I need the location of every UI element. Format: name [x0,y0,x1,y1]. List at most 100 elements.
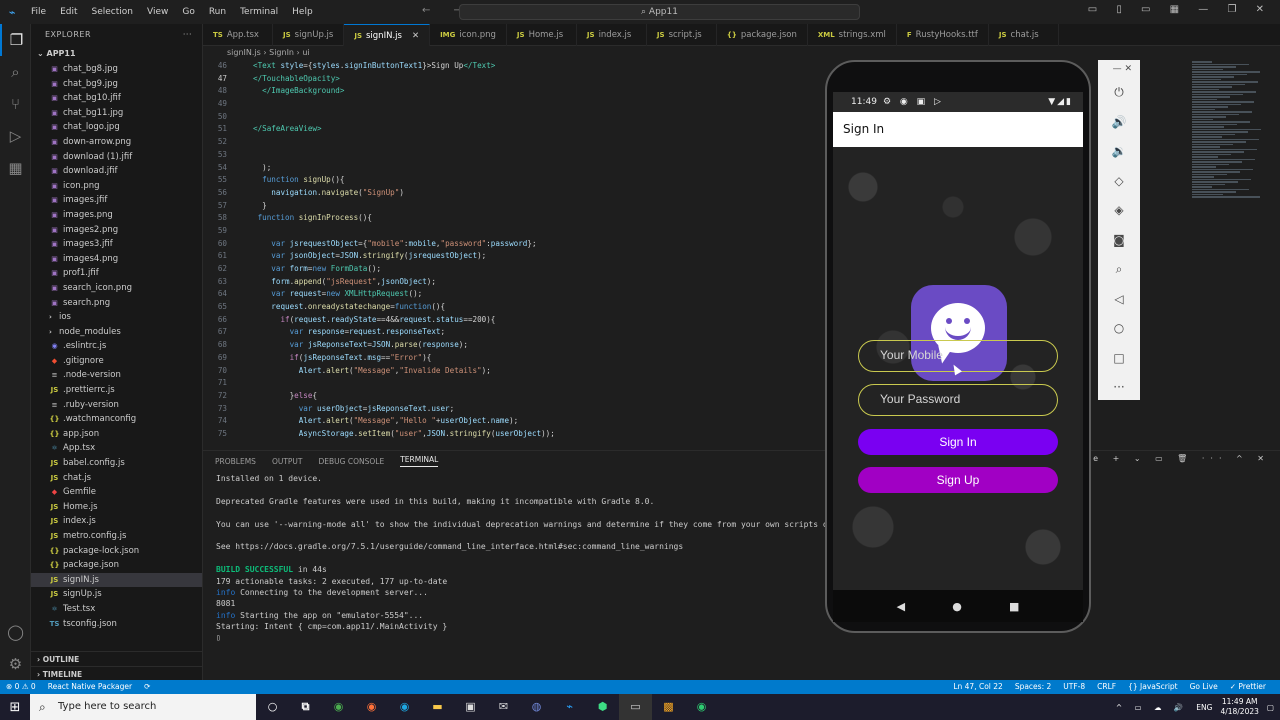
panel-tab-problems[interactable]: PROBLEMS [215,457,256,466]
status-right-item[interactable]: Ln 47, Col 22 [953,680,1002,694]
file-item[interactable]: ⚛ App.tsx [31,441,202,456]
code-line[interactable]: 75 AsyncStorage.setItem("user",JSON.stri… [203,428,823,441]
vscode-taskbar-icon[interactable]: ⌁ [553,694,586,720]
code-line[interactable]: 55 function signUp(){ [203,174,823,187]
clock[interactable]: 11:49 AM 4/18/2023 [1220,697,1258,717]
tab-signin-js[interactable]: JS signIN.js ✕ [344,24,431,46]
code-line[interactable]: 57 } [203,200,823,213]
code-line[interactable]: 69 if(jsReponseText.msg=="Error"){ [203,352,823,365]
file-item[interactable]: ▣ icon.png [31,179,202,194]
file-item[interactable]: JS Home.js [31,500,202,515]
tab-package-json[interactable]: {} package.json [717,24,808,46]
menu-item-go[interactable]: Go [182,7,194,17]
code-line[interactable]: 59 [203,225,823,238]
code-line[interactable]: 51 </SafeAreaView> [203,123,823,136]
code-line[interactable]: 53 [203,149,823,162]
code-line[interactable]: 61 var jsonObject=JSON.stringify(jsreque… [203,250,823,263]
tab-home-js[interactable]: JS Home.js [507,24,577,46]
status-right-item[interactable]: Spaces: 2 [1015,680,1051,694]
file-item[interactable]: ≡ .node-version [31,368,202,383]
extensions-icon[interactable]: ▦ [0,152,31,184]
code-line[interactable]: 65 request.onreadystatechange=function()… [203,301,823,314]
menu-item-file[interactable]: File [31,7,46,17]
chrome-icon[interactable]: ◉ [322,694,355,720]
status-left-item[interactable]: ⊗ 0 ⚠ 0 [6,680,36,694]
command-center[interactable]: ⌕ App11 [459,4,860,20]
zoom-icon[interactable]: ⌕ [1098,255,1140,285]
home-nav-icon[interactable]: ○ [1098,314,1140,344]
file-item[interactable]: {} package.json [31,558,202,573]
file-item[interactable]: ▣ prof1.jfif [31,266,202,281]
sign-up-button[interactable]: Sign Up [858,467,1058,493]
file-item[interactable]: ▣ download (1).jfif [31,150,202,165]
tab-script-js[interactable]: JS script.js [647,24,717,46]
breadcrumb-sub[interactable]: ui [302,48,309,57]
android-studio-icon[interactable]: ⬢ [586,694,619,720]
code-editor[interactable]: 46 <Text style={styles.signInButtonText1}… [203,60,823,446]
outline-section[interactable]: › OUTLINE [31,651,202,666]
code-line[interactable]: 54 ); [203,162,823,175]
code-line[interactable]: 70 Alert.alert("Message","Invalide Detai… [203,365,823,378]
file-item[interactable]: {} .watchmanconfig [31,412,202,427]
file-item[interactable]: ▣ images4.png [31,252,202,267]
file-item[interactable]: ▣ search.png [31,296,202,311]
file-item[interactable]: ▣ down-arrow.png [31,135,202,150]
volume-up-icon[interactable]: 🔊 [1098,108,1140,138]
hs-app-icon[interactable]: ◉ [685,694,718,720]
tab-rustyhooks-ttf[interactable]: F RustyHooks.ttf [897,24,989,46]
code-line[interactable]: 71 [203,377,823,390]
menu-item-view[interactable]: View [147,7,168,17]
file-item[interactable]: TS tsconfig.json [31,617,202,632]
menu-item-help[interactable]: Help [292,7,313,17]
file-item[interactable]: ▣ search_icon.png [31,281,202,296]
sign-in-button[interactable]: Sign In [858,429,1058,455]
power-icon[interactable]: ⏻ [1098,78,1140,108]
project-folder[interactable]: ⌄ APP11 [31,46,202,62]
account-icon[interactable]: ◯ [0,616,31,648]
back-nav-icon[interactable]: ◁ [1098,285,1140,315]
edge-icon[interactable]: ◉ [388,694,421,720]
close-tab-icon[interactable]: ✕ [412,31,419,41]
code-line[interactable]: 60 var jsrequestObject={"mobile":mobile,… [203,238,823,251]
code-line[interactable]: 68 var jsReponseText=JSON.parse(response… [203,339,823,352]
status-right-item[interactable]: Go Live [1190,680,1218,694]
timeline-section[interactable]: › TIMELINE [31,666,202,681]
rotate-right-icon[interactable]: ◈ [1098,196,1140,226]
code-line[interactable]: 74 Alert.alert("Message","Hello "+userOb… [203,415,823,428]
menu-item-terminal[interactable]: Terminal [240,7,278,17]
menu-item-run[interactable]: Run [209,7,226,17]
code-line[interactable]: 47 </TouchableOpacity> [203,73,823,86]
windows-start-icon[interactable]: ⊞ [0,700,30,715]
file-item[interactable]: ▣ chat_bg9.jpg [31,77,202,92]
breadcrumb-file[interactable]: signIN.js [227,48,261,57]
file-item[interactable]: ▣ images3.jfif [31,237,202,252]
back-icon[interactable]: ◀ [897,600,905,613]
file-item[interactable]: JS index.js [31,514,202,529]
volume-down-icon[interactable]: 🔉 [1098,137,1140,167]
cortana-icon[interactable]: ○ [256,694,289,720]
file-item[interactable]: JS babel.config.js [31,456,202,471]
file-item[interactable]: ▣ chat_bg8.jpg [31,62,202,77]
code-line[interactable]: 63 form.append("jsRequest",jsonObject); [203,276,823,289]
taskbar-search[interactable]: ⌕ Type here to search [30,694,256,720]
file-item[interactable]: ▣ download.jfif [31,164,202,179]
file-item[interactable]: JS signIN.js [31,572,202,588]
tab-index-js[interactable]: JS index.js [577,24,647,46]
status-right-item[interactable]: UTF-8 [1063,680,1085,694]
status-right-item[interactable]: ✓ Prettier [1230,680,1266,694]
password-input[interactable]: Your Password [858,384,1058,416]
code-line[interactable]: 73 var userObject=jsReponseText.user; [203,403,823,416]
settings-gear-icon[interactable]: ⚙ [0,648,31,680]
window-controls[interactable]: ▭ ▯ ▭ ▦ — ❐ ✕ [1088,4,1272,15]
emulator-close-icon[interactable]: — ✕ [1098,60,1140,78]
code-line[interactable]: 56 navigation.navigate("SignUp") [203,187,823,200]
code-line[interactable]: 67 var response=request.responseText; [203,326,823,339]
file-item[interactable]: › ios [31,310,202,325]
panel-tab-debug-console[interactable]: DEBUG CONSOLE [319,457,385,466]
file-item[interactable]: ◆ .gitignore [31,354,202,369]
code-line[interactable]: 48 </ImageBackground> [203,85,823,98]
status-left-item[interactable]: React Native Packager [48,680,132,694]
home-icon[interactable]: ● [952,600,962,613]
file-item[interactable]: JS .prettierrc.js [31,383,202,398]
code-line[interactable]: 64 var request=new XMLHttpRequest(); [203,288,823,301]
